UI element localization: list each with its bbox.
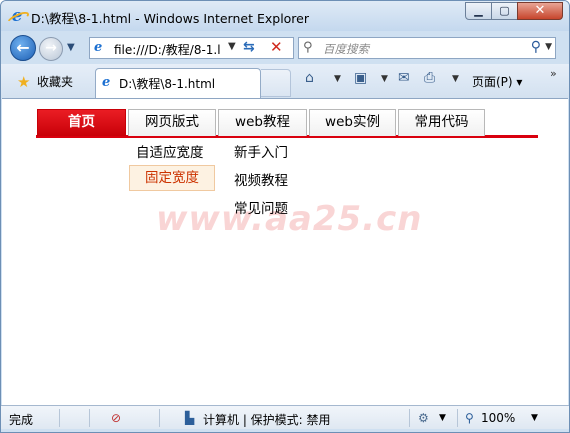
browser-window: e D:\教程\8-1.html - Windows Internet Expl… bbox=[0, 0, 570, 433]
page-icon: e bbox=[94, 40, 103, 55]
back-arrow-icon: ← bbox=[16, 38, 30, 57]
home-dropdown-icon[interactable]: ▼ bbox=[334, 74, 341, 84]
watermark-text: www.aa25.cn bbox=[156, 199, 423, 239]
address-toolbar: ← → ▼ e file:///D:/教程/8-1.l ▼ ⇆ ✕ ⚲ 百度搜索… bbox=[1, 31, 569, 64]
main-menu: 首页 网页版式 web教程 web实例 常用代码 bbox=[36, 108, 538, 138]
search-input[interactable]: 百度搜索 bbox=[323, 41, 369, 57]
submenu-item-fixed-width[interactable]: 固定宽度 bbox=[129, 165, 215, 191]
tab-label: D:\教程\8-1.html bbox=[119, 77, 216, 91]
status-bar: 完成 ⊘ ▙ 计算机 | 保护模式: 禁用 ⚙ ▼ ⚲ 100% ▼ bbox=[1, 405, 569, 429]
status-divider bbox=[457, 409, 458, 427]
menu-item-web-examples[interactable]: web实例 bbox=[309, 109, 396, 136]
search-dropdown-icon[interactable]: ▼ bbox=[545, 42, 552, 52]
submenu-item-video[interactable]: 视频教程 bbox=[234, 169, 288, 189]
mail-icon[interactable]: ✉ bbox=[398, 70, 410, 86]
menu-item-home[interactable]: 首页 bbox=[37, 109, 126, 136]
status-divider bbox=[59, 409, 60, 427]
submenu-item-beginner[interactable]: 新手入门 bbox=[234, 141, 288, 161]
status-text: 完成 bbox=[9, 413, 34, 427]
page-content: www.aa25.cn 首页 网页版式 web教程 web实例 常用代码 自适应… bbox=[2, 98, 568, 405]
more-tools-icon[interactable]: » bbox=[550, 67, 557, 80]
submenu-item-faq[interactable]: 常见问题 bbox=[234, 197, 288, 217]
favorites-button[interactable]: 收藏夹 bbox=[37, 73, 73, 90]
window-title: D:\教程\8-1.html - Windows Internet Explor… bbox=[31, 11, 310, 26]
print-dropdown-icon[interactable]: ▼ bbox=[452, 74, 459, 84]
menu-item-common-code[interactable]: 常用代码 bbox=[398, 109, 485, 136]
favorites-star-icon[interactable]: ★ bbox=[17, 73, 30, 91]
blocked-content-icon[interactable]: ⊘ bbox=[111, 411, 121, 425]
menu-item-layout[interactable]: 网页版式 bbox=[128, 109, 216, 136]
title-bar: e D:\教程\8-1.html - Windows Internet Expl… bbox=[1, 1, 569, 31]
command-toolbar: ★ 收藏夹 e D:\教程\8-1.html ⌂ ▼ ▣ ▼ ✉ ⎙ ▼ 页面(… bbox=[1, 64, 569, 98]
print-icon[interactable]: ⎙ bbox=[424, 70, 435, 86]
close-icon: ✕ bbox=[534, 3, 546, 18]
home-icon[interactable]: ⌂ bbox=[305, 70, 314, 86]
status-divider bbox=[159, 409, 160, 427]
status-divider bbox=[409, 409, 410, 427]
back-button[interactable]: ← bbox=[10, 35, 36, 61]
feeds-icon[interactable]: ▣ bbox=[354, 70, 367, 86]
window-controls: ▁ ▢ ✕ bbox=[465, 2, 563, 20]
address-field[interactable]: e file:///D:/教程/8-1.l ▼ ⇆ ✕ bbox=[89, 37, 294, 59]
history-dropdown-icon[interactable]: ▼ bbox=[67, 42, 75, 53]
new-tab-button[interactable] bbox=[261, 69, 291, 97]
zoom-level[interactable]: 100% bbox=[481, 411, 515, 425]
minimize-button[interactable]: ▁ bbox=[465, 2, 492, 20]
submenu-item-adaptive-width[interactable]: 自适应宽度 bbox=[136, 141, 204, 161]
ie-logo-icon: e bbox=[8, 7, 26, 25]
forward-arrow-icon: → bbox=[45, 40, 57, 56]
tab-active[interactable]: e D:\教程\8-1.html bbox=[95, 68, 261, 98]
search-provider-icon: ⚲ bbox=[303, 40, 313, 55]
page-menu-button[interactable]: 页面(P) ▾ bbox=[472, 73, 522, 90]
maximize-button[interactable]: ▢ bbox=[491, 2, 518, 20]
zoom-icon[interactable]: ⚲ bbox=[465, 411, 474, 425]
address-input[interactable]: file:///D:/教程/8-1.l bbox=[114, 41, 224, 58]
forward-button[interactable]: → bbox=[39, 37, 63, 61]
zoom-dropdown-icon[interactable]: ▼ bbox=[531, 413, 538, 423]
protected-mode-dropdown-icon[interactable]: ▼ bbox=[439, 413, 446, 423]
stop-icon[interactable]: ✕ bbox=[270, 38, 283, 56]
menu-item-web-tutorial[interactable]: web教程 bbox=[218, 109, 307, 136]
security-zone-text: 计算机 | 保护模式: 禁用 bbox=[203, 413, 331, 427]
maximize-icon: ▢ bbox=[499, 4, 510, 17]
feeds-dropdown-icon[interactable]: ▼ bbox=[381, 74, 388, 84]
search-box[interactable]: ⚲ 百度搜索 ⚲ ▼ bbox=[298, 37, 556, 59]
refresh-icon[interactable]: ⇆ bbox=[243, 39, 255, 55]
minimize-icon: ▁ bbox=[474, 4, 483, 17]
status-divider bbox=[89, 409, 90, 427]
tab-page-icon: e bbox=[102, 75, 111, 90]
protected-mode-icon[interactable]: ⚙ bbox=[418, 411, 429, 425]
search-icon[interactable]: ⚲ bbox=[531, 39, 541, 55]
close-button[interactable]: ✕ bbox=[517, 2, 563, 20]
computer-zone-icon: ▙ bbox=[185, 411, 195, 425]
address-dropdown-icon[interactable]: ▼ bbox=[228, 41, 236, 52]
